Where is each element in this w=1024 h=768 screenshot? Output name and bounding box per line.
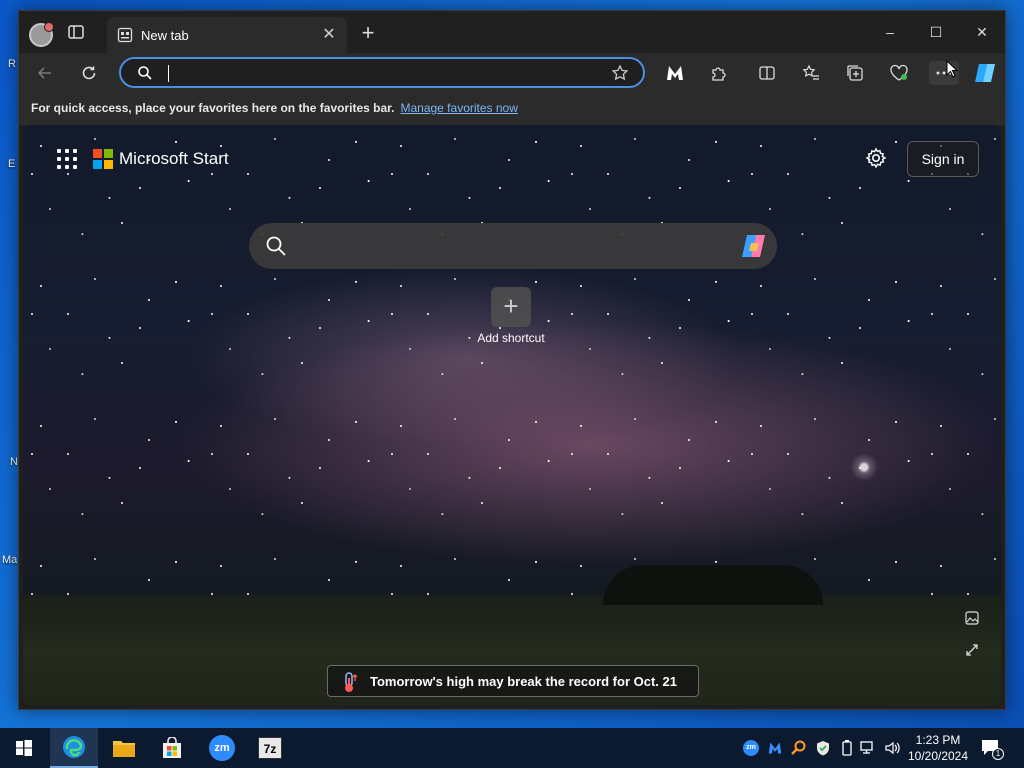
- news-headline: Tomorrow's high may break the record for…: [370, 674, 677, 689]
- copilot-icon[interactable]: [739, 231, 769, 261]
- 7zip-icon: 7z: [258, 737, 282, 759]
- tray-malwarebytes-icon[interactable]: [766, 738, 784, 758]
- desktop-icon-label[interactable]: N: [10, 456, 18, 468]
- background-trees: [603, 565, 823, 605]
- address-input[interactable]: [165, 63, 595, 83]
- malwarebytes-icon: [667, 66, 683, 80]
- desktop-icon-label[interactable]: Ma: [2, 554, 17, 566]
- profile-avatar[interactable]: [29, 22, 54, 47]
- taskbar-microsoft-store[interactable]: [148, 728, 196, 768]
- taskbar-zoom[interactable]: zm: [198, 728, 246, 768]
- tray-battery-icon[interactable]: [838, 738, 856, 758]
- clock-time: 1:23 PM: [915, 733, 961, 747]
- mouse-cursor-icon: [946, 59, 959, 78]
- favorites-button[interactable]: [799, 61, 823, 85]
- add-shortcut-label: Add shortcut: [477, 331, 545, 345]
- notification-count: 1: [992, 748, 1004, 760]
- favorites-bar: For quick access, place your favorites h…: [19, 91, 1005, 125]
- file-explorer-icon: [113, 741, 135, 757]
- collections-icon: [847, 65, 863, 81]
- web-search-box[interactable]: [249, 223, 777, 269]
- refresh-icon: [82, 66, 96, 80]
- sign-in-button[interactable]: Sign in: [907, 141, 979, 177]
- split-screen-icon: [759, 66, 775, 80]
- system-clock[interactable]: 1:23 PM 10/20/2024: [906, 732, 970, 764]
- tray-security-shield-icon[interactable]: [814, 738, 832, 758]
- tab-strip: New tab ✕ + – ☐ ✕: [19, 11, 1005, 53]
- tab-new-tab[interactable]: New tab ✕: [107, 17, 347, 53]
- microsoft-store-icon: [163, 737, 181, 758]
- taskbar-7zip[interactable]: 7z: [246, 728, 294, 768]
- tab-close-icon[interactable]: ✕: [319, 25, 339, 45]
- extensions-button[interactable]: [707, 61, 731, 85]
- browser-essentials-button[interactable]: [887, 61, 911, 85]
- search-icon: [138, 66, 152, 80]
- toolbar: [19, 53, 1005, 91]
- manage-favorites-link[interactable]: Manage favorites now: [400, 101, 517, 115]
- settings-gear-icon[interactable]: [865, 147, 889, 171]
- notifications-button[interactable]: 1: [980, 738, 1004, 760]
- minimize-button[interactable]: –: [875, 19, 905, 45]
- clock-date: 10/20/2024: [907, 749, 969, 763]
- tab-title: New tab: [141, 28, 189, 43]
- taskbar: zm 7z zm 1:23 PM 10/20/2024 1: [0, 728, 1024, 768]
- copilot-button[interactable]: [973, 61, 997, 85]
- background-image-info-icon[interactable]: [965, 611, 985, 631]
- start-button[interactable]: [0, 728, 48, 768]
- edge-icon: [63, 736, 85, 758]
- microsoft-logo-icon: [93, 149, 113, 169]
- malwarebytes-extension-button[interactable]: [663, 61, 687, 85]
- search-icon: [265, 235, 287, 257]
- app-launcher-icon[interactable]: [57, 149, 77, 169]
- add-shortcut-button[interactable]: +: [491, 287, 531, 327]
- back-arrow-icon: [37, 67, 51, 79]
- collections-button[interactable]: [843, 61, 867, 85]
- address-bar[interactable]: [119, 57, 645, 88]
- new-tab-button[interactable]: +: [357, 22, 379, 45]
- browser-window: New tab ✕ + – ☐ ✕ For quick access, plac…: [18, 10, 1006, 710]
- tray-search-tool-icon[interactable]: [790, 738, 808, 758]
- windows-start-icon: [16, 740, 32, 756]
- taskbar-file-explorer[interactable]: [100, 728, 148, 768]
- new-tab-page: Microsoft Start Sign in + Add shortcut T…: [23, 125, 1001, 705]
- new-tab-page-icon: [117, 27, 133, 43]
- zoom-icon: zm: [209, 735, 235, 761]
- heart-pulse-icon: [890, 64, 908, 81]
- brand-title[interactable]: Microsoft Start: [119, 149, 229, 169]
- desktop-icon-label[interactable]: E: [8, 158, 15, 170]
- weather-news-banner[interactable]: Tomorrow's high may break the record for…: [327, 665, 699, 697]
- expand-icon[interactable]: [965, 643, 985, 663]
- refresh-button[interactable]: [77, 61, 101, 85]
- tray-network-icon[interactable]: [860, 738, 878, 758]
- taskbar-edge[interactable]: [50, 728, 98, 768]
- desktop-icon-label[interactable]: R: [8, 58, 16, 70]
- copilot-icon: [975, 64, 995, 82]
- puzzle-piece-icon: [712, 67, 726, 81]
- tab-actions-icon[interactable]: [67, 23, 87, 43]
- back-button[interactable]: [33, 61, 57, 85]
- tray-zoom-icon[interactable]: zm: [742, 738, 760, 758]
- favorites-list-icon: [802, 64, 819, 80]
- text-caret: [168, 65, 169, 82]
- favorite-star-icon: [611, 64, 629, 81]
- web-search-input[interactable]: [299, 235, 719, 257]
- maximize-button[interactable]: ☐: [921, 19, 951, 45]
- split-screen-button[interactable]: [755, 61, 779, 85]
- favorites-bar-message: For quick access, place your favorites h…: [31, 101, 518, 115]
- thermometer-icon: [340, 671, 360, 693]
- tray-volume-icon[interactable]: [884, 738, 902, 758]
- close-window-button[interactable]: ✕: [967, 19, 997, 45]
